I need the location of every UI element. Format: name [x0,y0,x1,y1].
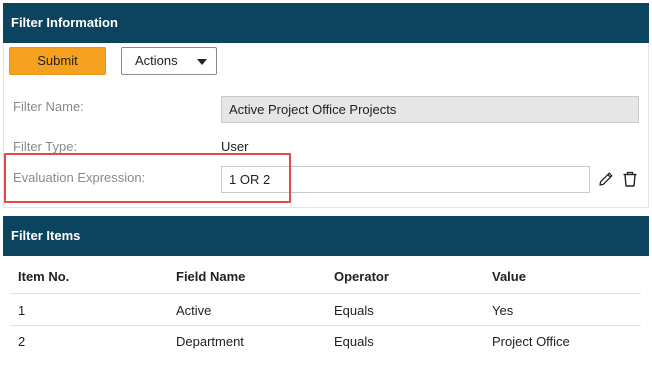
trash-icon[interactable] [621,170,639,188]
cell-operator: Equals [334,303,374,318]
evaluation-expression-label: Evaluation Expression: [13,170,146,185]
caret-down-icon [197,59,207,65]
cell-value: Project Office [492,334,570,349]
header-divider [10,293,641,294]
pencil-icon[interactable] [597,170,615,188]
evaluation-expression-field[interactable]: 1 OR 2 [221,166,590,193]
actions-label: Actions [135,53,178,68]
filter-name-label: Filter Name: [13,99,84,114]
row-divider [10,325,641,326]
column-header-field-name: Field Name [176,269,246,284]
actions-dropdown-button[interactable]: Actions [121,47,217,75]
filter-type-value: User [221,139,249,154]
cell-item-no: 1 [18,303,26,318]
filter-name-field: Active Project Office Projects [221,96,639,123]
filter-items-header: Filter Items [3,216,649,256]
cell-item-no: 2 [18,334,26,349]
column-header-item-no: Item No. [18,269,70,284]
cell-value: Yes [492,303,514,318]
submit-button[interactable]: Submit [9,47,106,75]
cell-field-name: Active [176,303,212,318]
column-header-operator: Operator [334,269,389,284]
column-header-value: Value [492,269,526,284]
filter-information-header: Filter Information [3,3,649,43]
filter-type-label: Filter Type: [13,139,78,154]
cell-operator: Equals [334,334,374,349]
cell-field-name: Department [176,334,244,349]
